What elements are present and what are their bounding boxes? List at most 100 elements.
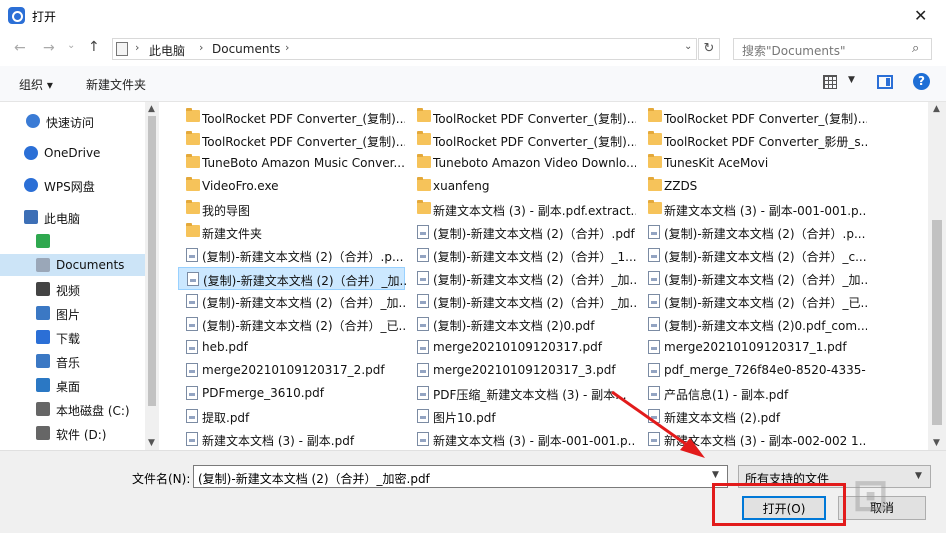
sidebar-item[interactable] [0, 230, 145, 252]
chevron-down-icon[interactable]: ▼ [712, 470, 719, 480]
file-item[interactable]: ZZDS [640, 175, 867, 198]
file-name: 新建文本文档 (2).pdf [664, 411, 781, 425]
scroll-up-icon[interactable]: ▲ [933, 104, 940, 114]
sidebar-item[interactable]: Documents [0, 254, 145, 276]
file-item[interactable]: 新建文本文档 (3) - 副本-001-001.p... [409, 428, 636, 450]
chevron-right-icon[interactable]: › [285, 41, 289, 54]
breadcrumb-documents[interactable]: Documents [212, 42, 280, 56]
filename-label: 文件名(N): [132, 472, 191, 486]
file-item[interactable]: (复制)-新建文本文档 (2)（合并）_加... [178, 267, 406, 290]
file-item[interactable]: PDFmerge_3610.pdf [178, 382, 405, 405]
file-name: (复制)-新建文本文档 (2)（合并）_加... [202, 296, 405, 310]
sidebar-item[interactable]: 本地磁盘 (C:) [0, 398, 145, 420]
sidebar-item[interactable]: 视频 [0, 278, 145, 300]
forward-icon[interactable]: → [43, 40, 55, 56]
sidebar-item[interactable]: 软件 (D:) [0, 422, 145, 444]
file-item[interactable]: (复制)-新建文本文档 (2)（合并）.pdf [409, 221, 636, 244]
file-item[interactable]: (复制)-新建文本文档 (2)（合并）_加... [409, 267, 636, 290]
sidebar-item[interactable]: 下载 [0, 326, 145, 348]
file-item[interactable]: heb.pdf [178, 336, 405, 359]
scroll-down-icon[interactable]: ▼ [148, 438, 155, 448]
file-item[interactable]: VideoFro.exe [178, 175, 405, 198]
file-item[interactable]: (复制)-新建文本文档 (2)（合并）_加... [640, 267, 867, 290]
file-item[interactable]: (复制)-新建文本文档 (2)（合并）_已... [178, 313, 405, 336]
file-item[interactable]: 新建文本文档 (3) - 副本-002-002 1... [640, 428, 867, 450]
history-dropdown-icon[interactable]: ⌄ [67, 40, 75, 51]
pdf-file-icon [186, 363, 198, 377]
file-item[interactable]: merge20210109120317_1.pdf [640, 336, 867, 359]
breadcrumb-this-pc[interactable]: 此电脑 [149, 42, 185, 59]
file-item[interactable]: 新建文本文档 (2).pdf [640, 405, 867, 428]
view-grid-icon[interactable] [823, 75, 837, 89]
file-list-scrollbar[interactable]: ▲ ▼ [928, 102, 946, 450]
back-icon[interactable]: ← [14, 40, 26, 56]
file-item[interactable]: TunesKit AceMovi [640, 152, 867, 175]
file-item[interactable]: merge20210109120317_2.pdf [178, 359, 405, 382]
chevron-right-icon[interactable]: › [199, 41, 203, 54]
file-item[interactable]: 产品信息(1) - 副本.pdf [640, 382, 867, 405]
file-item[interactable]: 图片10.pdf [409, 405, 636, 428]
computer-icon [24, 210, 38, 224]
scroll-up-icon[interactable]: ▲ [148, 104, 155, 114]
file-item[interactable]: PDF压缩_新建文本文档 (3) - 副本... [409, 382, 636, 405]
file-item[interactable]: TuneBoto Amazon Music Conver... [178, 152, 405, 175]
file-item[interactable]: ToolRocket PDF Converter_(复制)... [178, 106, 405, 129]
preview-pane-icon[interactable] [877, 75, 893, 89]
cloud-icon [24, 146, 38, 160]
search-input[interactable]: 搜索"Documents" ⌕ [733, 38, 932, 60]
sidebar-item[interactable]: WPS网盘 [0, 174, 145, 196]
close-icon[interactable]: ✕ [914, 6, 927, 25]
file-item[interactable]: ToolRocket PDF Converter_(复制)... [640, 106, 867, 129]
file-item[interactable]: 新建文本文档 (3) - 副本.pdf.extract... [409, 198, 636, 221]
new-folder-button[interactable]: 新建文件夹 [86, 76, 146, 93]
video-icon [36, 282, 50, 296]
file-item[interactable]: (复制)-新建文本文档 (2)（合并）_c... [640, 244, 867, 267]
sidebar-scroll-thumb[interactable] [148, 116, 156, 406]
file-item[interactable]: xuanfeng [409, 175, 636, 198]
file-list: ToolRocket PDF Converter_(复制)... ToolRock… [176, 102, 928, 450]
organize-menu[interactable]: 组织 ▾ [19, 76, 53, 93]
file-item[interactable]: merge20210109120317_3.pdf [409, 359, 636, 382]
filename-value: (复制)-新建文本文档 (2)（合并）_加密.pdf [198, 472, 430, 486]
file-item[interactable]: merge20210109120317.pdf [409, 336, 636, 359]
file-item[interactable]: 新建文本文档 (3) - 副本-001-001.p... [640, 198, 867, 221]
sidebar-item[interactable]: 快速访问 [0, 110, 145, 132]
file-item[interactable]: ToolRocket PDF Converter_(复制)... [409, 129, 636, 152]
file-item[interactable]: 我的导图 [178, 198, 405, 221]
chevron-right-icon[interactable]: › [135, 41, 139, 54]
file-item[interactable]: 提取.pdf [178, 405, 405, 428]
sidebar-item[interactable]: 音乐 [0, 350, 145, 372]
pdf-file-icon [417, 248, 429, 262]
view-dropdown-icon[interactable]: ▼ [848, 75, 855, 85]
file-item[interactable]: pdf_merge_726f84e0-8520-4335-... [640, 359, 867, 382]
up-icon[interactable]: ↑ [88, 39, 100, 55]
file-item[interactable]: ToolRocket PDF Converter_影册_s... [640, 129, 867, 152]
address-bar[interactable]: › 此电脑 › Documents › ⌄ [112, 38, 697, 60]
file-item[interactable]: (复制)-新建文本文档 (2)（合并）_1... [409, 244, 636, 267]
file-item[interactable]: (复制)-新建文本文档 (2)0.pdf [409, 313, 636, 336]
file-name: ToolRocket PDF Converter_(复制)... [202, 135, 405, 149]
file-item[interactable]: 新建文本文档 (3) - 副本.pdf [178, 428, 405, 450]
sidebar-scrollbar[interactable]: ▲ ▼ [145, 102, 159, 450]
file-item[interactable]: ToolRocket PDF Converter_(复制)... [178, 129, 405, 152]
refresh-button[interactable]: ↻ [698, 38, 720, 60]
sidebar-item[interactable]: 此电脑 [0, 206, 145, 228]
sidebar-item[interactable]: 桌面 [0, 374, 145, 396]
file-item[interactable]: (复制)-新建文本文档 (2)0.pdf_com... [640, 313, 867, 336]
file-item[interactable]: Tuneboto Amazon Video Downlo... [409, 152, 636, 175]
filename-input[interactable]: (复制)-新建文本文档 (2)（合并）_加密.pdf ▼ [193, 465, 728, 488]
help-icon[interactable]: ? [913, 73, 930, 90]
file-item[interactable]: (复制)-新建文本文档 (2)（合并）_加... [178, 290, 405, 313]
file-item[interactable]: 新建文件夹 [178, 221, 405, 244]
file-item[interactable]: (复制)-新建文本文档 (2)（合并）_加... [409, 290, 636, 313]
file-item[interactable]: ToolRocket PDF Converter_(复制)... [409, 106, 636, 129]
file-item[interactable]: (复制)-新建文本文档 (2)（合并）_已... [640, 290, 867, 313]
sidebar-item[interactable]: OneDrive [0, 142, 145, 164]
file-list-scroll-thumb[interactable] [932, 220, 942, 425]
address-dropdown-icon[interactable]: ⌄ [684, 41, 692, 52]
file-item[interactable]: (复制)-新建文本文档 (2)（合并）.p... [178, 244, 405, 267]
file-item[interactable]: (复制)-新建文本文档 (2)（合并）.p... [640, 221, 867, 244]
watermark-logo: ⊡ [852, 470, 889, 521]
sidebar-item[interactable]: 图片 [0, 302, 145, 324]
scroll-down-icon[interactable]: ▼ [933, 438, 940, 448]
